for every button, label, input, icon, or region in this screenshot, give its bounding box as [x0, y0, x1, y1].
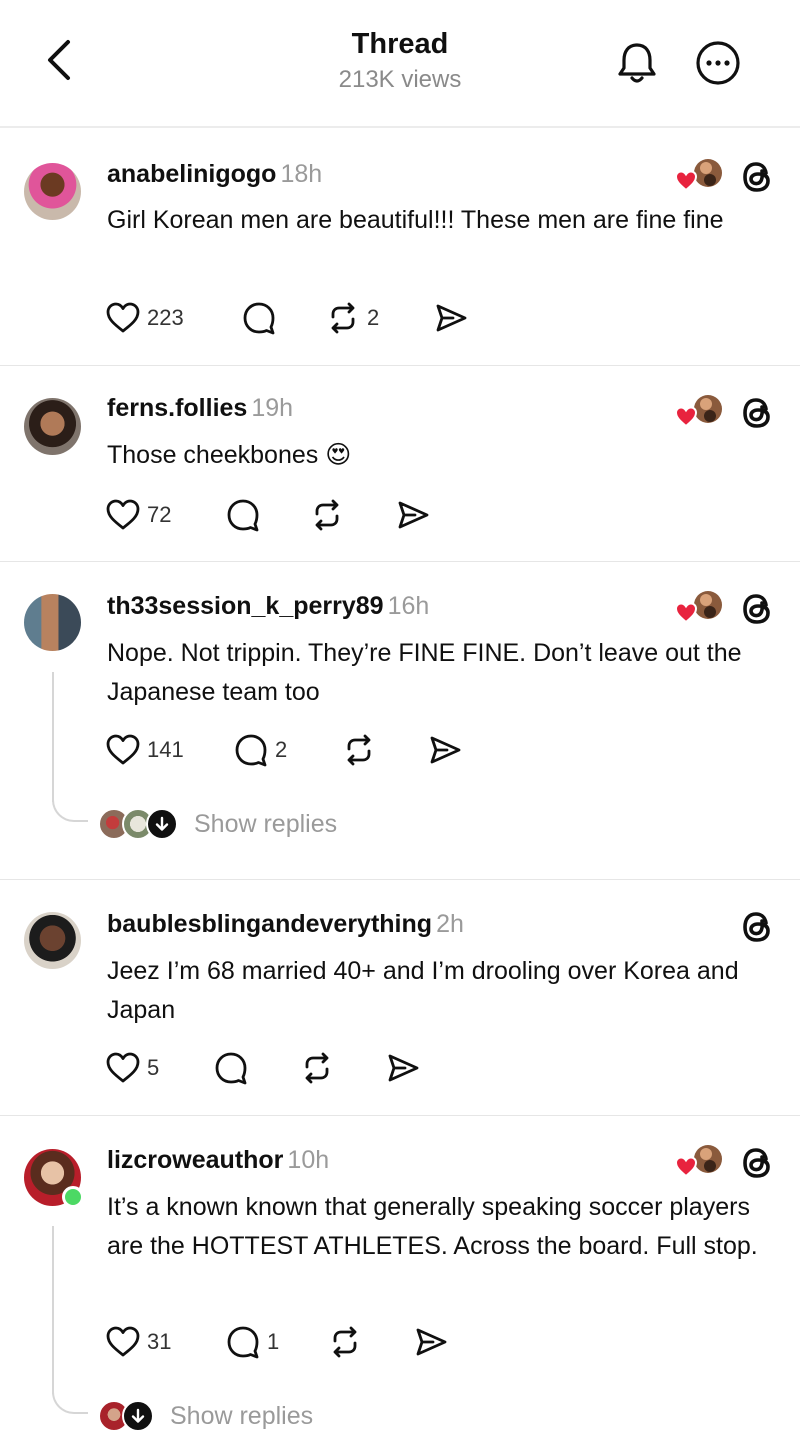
like-button[interactable]: 31 [105, 1322, 171, 1362]
heart-icon [105, 1050, 141, 1086]
heart-icon [105, 497, 141, 533]
thread-reply: anabelinigogo 18h Girl Korean men are bea… [0, 130, 800, 366]
like-count: 5 [147, 1055, 160, 1080]
liked-by-author-icon [674, 1142, 726, 1182]
reply-button[interactable] [213, 1048, 249, 1088]
repost-button[interactable] [341, 730, 377, 770]
post-text: It’s a known known that generally speaki… [107, 1193, 758, 1260]
comment-icon [233, 732, 269, 768]
thread-connector [52, 1392, 88, 1414]
thread-reply: ferns.follies 19h Those cheekbones 😍 72 [0, 366, 800, 562]
share-button[interactable] [413, 1322, 449, 1362]
repost-button[interactable]: 2 [325, 298, 379, 338]
show-replies-link[interactable]: Show replies [170, 1402, 313, 1431]
avatar[interactable] [24, 398, 81, 455]
post-text: Those cheekbones 😍 [107, 441, 352, 469]
send-icon [413, 1324, 449, 1360]
comment-icon [241, 300, 277, 336]
heart-icon [105, 732, 141, 768]
thread-connector [52, 800, 88, 822]
share-button[interactable] [427, 730, 463, 770]
timestamp: 19h [251, 394, 294, 422]
repost-icon [325, 300, 361, 336]
post-text: Jeez I’m 68 married 40+ and I’m drooling… [107, 957, 739, 1024]
repost-icon [299, 1050, 335, 1086]
show-replies-row[interactable]: Show replies [98, 806, 337, 842]
repost-button[interactable] [309, 495, 345, 535]
like-count: 223 [147, 305, 184, 330]
show-replies-link[interactable]: Show replies [194, 810, 337, 839]
post-text: Nope. Not trippin. They’re FINE FINE. Do… [107, 639, 742, 706]
threads-logo-icon[interactable] [738, 908, 776, 946]
username[interactable]: ferns.follies [107, 394, 247, 422]
reply-button[interactable] [241, 298, 277, 338]
like-button[interactable]: 5 [105, 1048, 159, 1088]
username[interactable]: lizcroweauthor [107, 1146, 283, 1174]
threads-logo-icon[interactable] [738, 1144, 776, 1182]
like-button[interactable]: 141 [105, 730, 184, 770]
heart-icon [105, 300, 141, 336]
like-count: 31 [147, 1329, 172, 1354]
timestamp: 18h [280, 160, 323, 188]
username[interactable]: baublesblingandeverything [107, 910, 432, 938]
repost-button[interactable] [327, 1322, 363, 1362]
thread-header: Thread 213K views [0, 0, 800, 128]
liked-by-author-icon [674, 588, 726, 628]
reply-button[interactable]: 2 [233, 730, 287, 770]
send-icon [427, 732, 463, 768]
avatar[interactable] [24, 163, 81, 220]
page-title: Thread [351, 28, 449, 60]
arrow-down-icon [122, 1400, 154, 1432]
thread-reply: lizcroweauthor 10h It’s a known known tha… [0, 1116, 800, 1444]
liked-by-author-icon [674, 392, 726, 432]
share-button[interactable] [395, 495, 431, 535]
thread-reply: baublesblingandeverything 2h Jeez I’m 68 … [0, 880, 800, 1116]
reply-button[interactable] [225, 495, 261, 535]
more-horizontal-icon[interactable] [694, 39, 742, 87]
threads-logo-icon[interactable] [738, 158, 776, 196]
avatar[interactable] [24, 594, 81, 651]
repost-icon [309, 497, 345, 533]
like-count: 141 [147, 737, 184, 762]
timestamp: 2h [436, 910, 464, 938]
threads-logo-icon[interactable] [738, 590, 776, 628]
repost-icon [341, 732, 377, 768]
timestamp: 16h [387, 592, 430, 620]
thread-reply: th33session_k_perry89 16h Nope. Not tripp… [0, 562, 800, 880]
post-text: Girl Korean men are beautiful!!! These m… [107, 206, 724, 234]
thread-connector [52, 1226, 54, 1394]
repost-count: 2 [367, 305, 380, 330]
comment-icon [225, 1324, 261, 1360]
share-button[interactable] [433, 298, 469, 338]
bell-icon[interactable] [612, 38, 662, 88]
send-icon [385, 1050, 421, 1086]
timestamp: 10h [287, 1146, 330, 1174]
online-status-badge [62, 1186, 84, 1208]
avatar[interactable] [24, 912, 81, 969]
username[interactable]: th33session_k_perry89 [107, 592, 384, 620]
arrow-down-icon [146, 808, 178, 840]
liked-by-author-icon [674, 156, 726, 196]
heart-icon [105, 1324, 141, 1360]
show-replies-row[interactable]: Show replies [98, 1398, 313, 1434]
username[interactable]: anabelinigogo [107, 160, 276, 188]
view-count: 213K views [338, 66, 462, 93]
reply-button[interactable]: 1 [225, 1322, 279, 1362]
like-button[interactable]: 72 [105, 495, 171, 535]
send-icon [433, 300, 469, 336]
threads-logo-icon[interactable] [738, 394, 776, 432]
comment-icon [213, 1050, 249, 1086]
send-icon [395, 497, 431, 533]
thread-connector [52, 672, 54, 802]
reply-count: 2 [275, 737, 288, 762]
repost-icon [327, 1324, 363, 1360]
repost-button[interactable] [299, 1048, 335, 1088]
comment-icon [225, 497, 261, 533]
like-count: 72 [147, 502, 172, 527]
reply-count: 1 [267, 1329, 280, 1354]
like-button[interactable]: 223 [105, 298, 184, 338]
share-button[interactable] [385, 1048, 421, 1088]
